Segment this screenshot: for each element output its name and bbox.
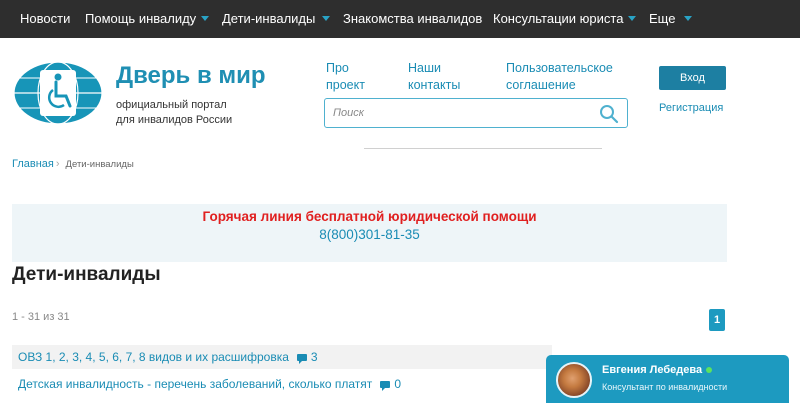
pagination-page-button[interactable]: 1 (709, 309, 725, 331)
header-divider (364, 148, 602, 149)
nav-item-more[interactable]: Еще (649, 0, 675, 38)
nav-item-lawyer[interactable]: Консультации юриста (493, 0, 623, 38)
search-input[interactable] (333, 105, 583, 121)
link-contacts-line2: контакты (408, 78, 461, 92)
search-icon[interactable] (599, 104, 619, 124)
site-title[interactable]: Дверь в мир (116, 62, 266, 90)
top-nav: Новости Помощь инвалиду Дети-инвалиды Зн… (0, 0, 800, 38)
hotline-banner: Горячая линия бесплатной юридической пом… (12, 204, 727, 262)
comment-icon (296, 354, 307, 365)
register-link[interactable]: Регистрация (659, 102, 723, 114)
page-title: Дети-инвалиды (12, 264, 161, 285)
hotline-phone[interactable]: 8(800)301-81-35 (12, 227, 727, 242)
article-link[interactable]: ОВЗ 1, 2, 3, 4, 5, 6, 7, 8 видов и их ра… (18, 350, 289, 364)
chevron-down-icon[interactable] (322, 16, 330, 21)
chevron-down-icon[interactable] (201, 16, 209, 21)
chevron-down-icon[interactable] (628, 16, 636, 21)
online-status-icon (706, 367, 712, 373)
search-box (324, 98, 628, 128)
login-button[interactable]: Вход (659, 66, 726, 90)
list-item: ОВЗ 1, 2, 3, 4, 5, 6, 7, 8 видов и их ра… (12, 345, 552, 369)
comment-count[interactable]: 0 (394, 377, 401, 391)
consultant-role: Консультант по инвалидности (602, 382, 728, 392)
comment-icon (380, 381, 391, 392)
results-counter: 1 - 31 из 31 (12, 311, 70, 323)
consultant-chat-widget[interactable]: Евгения Лебедева Консультант по инвалидн… (546, 355, 789, 403)
chevron-down-icon[interactable] (684, 16, 692, 21)
breadcrumb: Главная › Дети-инвалиды (12, 158, 134, 170)
link-about-project[interactable]: Про проект (326, 60, 365, 94)
link-agreement-line1: Пользовательское (506, 61, 613, 75)
link-about-line2: проект (326, 78, 365, 92)
nav-item-dating[interactable]: Знакомства инвалидов (343, 0, 482, 38)
link-about-line1: Про (326, 61, 349, 75)
breadcrumb-separator-icon: › (55, 158, 60, 170)
nav-item-children[interactable]: Дети-инвалиды (222, 0, 315, 38)
list-item: Детская инвалидность - перечень заболева… (12, 372, 552, 396)
article-link[interactable]: Детская инвалидность - перечень заболева… (18, 377, 372, 391)
nav-item-news[interactable]: Новости (20, 0, 70, 38)
nav-item-help[interactable]: Помощь инвалиду (85, 0, 196, 38)
avatar (556, 362, 592, 398)
link-user-agreement[interactable]: Пользовательское соглашение (506, 60, 613, 94)
link-contacts[interactable]: Наши контакты (408, 60, 460, 94)
link-contacts-line1: Наши (408, 61, 441, 75)
breadcrumb-current: Дети-инвалиды (65, 159, 134, 170)
link-agreement-line2: соглашение (506, 78, 576, 92)
breadcrumb-home[interactable]: Главная (12, 158, 54, 170)
hotline-title: Горячая линия бесплатной юридической пом… (202, 209, 537, 224)
comment-count[interactable]: 3 (311, 350, 318, 364)
site-logo[interactable] (12, 60, 104, 126)
site-subtitle-line2: для инвалидов России (116, 114, 233, 126)
consultant-name: Евгения Лебедева (602, 364, 703, 376)
site-subtitle: официальный портал для инвалидов России (116, 98, 232, 128)
site-subtitle-line1: официальный портал (116, 99, 227, 111)
